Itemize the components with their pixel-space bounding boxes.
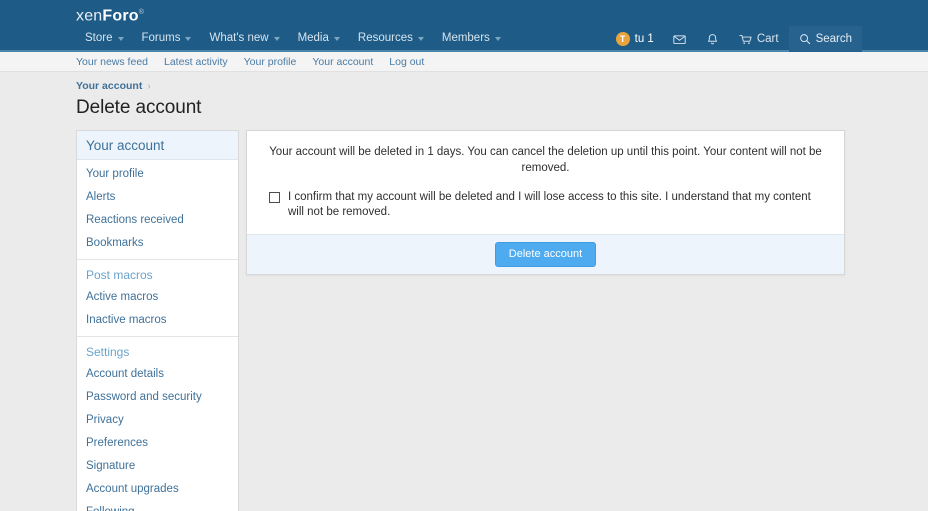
subnav-item-your-news-feed[interactable]: Your news feed (76, 56, 156, 68)
chevron-down-icon (117, 37, 124, 41)
bell-icon (706, 33, 719, 46)
nav-item-label: Store (85, 32, 113, 44)
nav-item-members[interactable]: Members (433, 26, 510, 50)
subnav-item-latest-activity[interactable]: Latest activity (156, 56, 236, 68)
sidebar-item-privacy[interactable]: Privacy (77, 409, 238, 432)
sidebar-item-alerts[interactable]: Alerts (77, 186, 238, 209)
site-logo[interactable]: xenForo® (76, 3, 144, 26)
sidebar-item-inactive-macros[interactable]: Inactive macros (77, 309, 238, 332)
delete-account-panel: Your account will be deleted in 1 days. … (246, 130, 845, 275)
search-label: Search (815, 33, 852, 45)
logo-text-light: xen (76, 7, 103, 25)
secondary-navigation: Your news feed Latest activity Your prof… (0, 52, 928, 72)
subnav-item-your-account[interactable]: Your account (304, 56, 381, 68)
nav-item-label: Resources (357, 32, 413, 44)
nav-item-label: Media (297, 32, 329, 44)
search-icon (799, 33, 811, 45)
sidebar-header: Your account (77, 131, 238, 160)
chevron-down-icon (417, 37, 424, 41)
search-button[interactable]: Search (788, 26, 862, 52)
sidebar-item-reactions-received[interactable]: Reactions received (77, 209, 238, 232)
nav-item-label: Members (441, 32, 490, 44)
panel-footer: Delete account (247, 234, 844, 274)
sidebar-item-active-macros[interactable]: Active macros (77, 286, 238, 309)
nav-item-label: What's new (209, 32, 269, 44)
sidebar-subheading-settings: Settings (86, 345, 130, 359)
avatar: T (615, 32, 630, 46)
page-container: Your account › Delete account Your accou… (0, 72, 928, 511)
confirm-row: I confirm that my account will be delete… (263, 190, 828, 220)
cart-button[interactable]: Cart (729, 26, 789, 52)
content-wrapper: Your account Your profile Alerts Reactio… (76, 130, 852, 511)
nav-item-forums[interactable]: Forums (133, 26, 201, 50)
chevron-down-icon (494, 37, 501, 41)
conversations-button[interactable] (663, 26, 696, 52)
subnav-item-log-out[interactable]: Log out (381, 56, 432, 68)
nav-item-label: Forums (141, 32, 181, 44)
delete-account-button[interactable]: Delete account (494, 242, 597, 267)
breadcrumb-separator-icon: › (147, 80, 151, 92)
subnav-item-your-profile[interactable]: Your profile (236, 56, 305, 68)
sidebar-item-your-profile[interactable]: Your profile (77, 163, 238, 186)
sidebar-item-following[interactable]: Following (77, 501, 238, 511)
sidebar-item-account-upgrades[interactable]: Account upgrades (77, 478, 238, 501)
breadcrumb: Your account › (76, 72, 852, 92)
sidebar-group-post-macros: Post macros Active macros Inactive macro… (77, 260, 238, 337)
navigation-user-area: T tu 1 Cart Search (607, 26, 862, 52)
chevron-down-icon (185, 37, 192, 41)
nav-item-resources[interactable]: Resources (349, 26, 433, 50)
sidebar-group-settings: Settings Account details Password and se… (77, 337, 238, 511)
deletion-notice-text: Your account will be deleted in 1 days. … (269, 146, 822, 174)
sidebar-item-preferences[interactable]: Preferences (77, 432, 238, 455)
primary-navigation: Store Forums What's new Media Resources … (0, 26, 928, 52)
alerts-button[interactable] (696, 26, 729, 52)
chevron-down-icon (273, 37, 280, 41)
sidebar-subheading-post-macros: Post macros (86, 268, 153, 282)
nav-item-whats-new[interactable]: What's new (200, 26, 288, 50)
chevron-down-icon (333, 37, 340, 41)
sidebar-group-account: Your profile Alerts Reactions received B… (77, 160, 238, 260)
page-title: Delete account (76, 97, 202, 118)
cart-label: Cart (756, 33, 779, 45)
sidebar-item-bookmarks[interactable]: Bookmarks (77, 232, 238, 255)
logo-registered-mark: ® (138, 9, 145, 16)
sidebar-item-signature[interactable]: Signature (77, 455, 238, 478)
panel-body: Your account will be deleted in 1 days. … (247, 131, 844, 234)
nav-item-media[interactable]: Media (289, 26, 349, 50)
visitor-username: tu 1 (634, 33, 654, 45)
site-header: xenForo® (0, 0, 928, 26)
account-sidebar: Your account Your profile Alerts Reactio… (76, 130, 239, 511)
sidebar-item-account-details[interactable]: Account details (77, 363, 238, 386)
confirm-deletion-checkbox[interactable] (269, 192, 280, 203)
visitor-menu-button[interactable]: T tu 1 (607, 26, 663, 52)
cart-icon (739, 33, 753, 46)
envelope-icon (673, 33, 686, 46)
logo-text-bold: Foro (102, 7, 139, 25)
sidebar-item-password-and-security[interactable]: Password and security (77, 386, 238, 409)
nav-item-store[interactable]: Store (76, 26, 133, 50)
confirm-deletion-label[interactable]: I confirm that my account will be delete… (288, 190, 828, 220)
breadcrumb-item-your-account[interactable]: Your account (76, 80, 142, 92)
